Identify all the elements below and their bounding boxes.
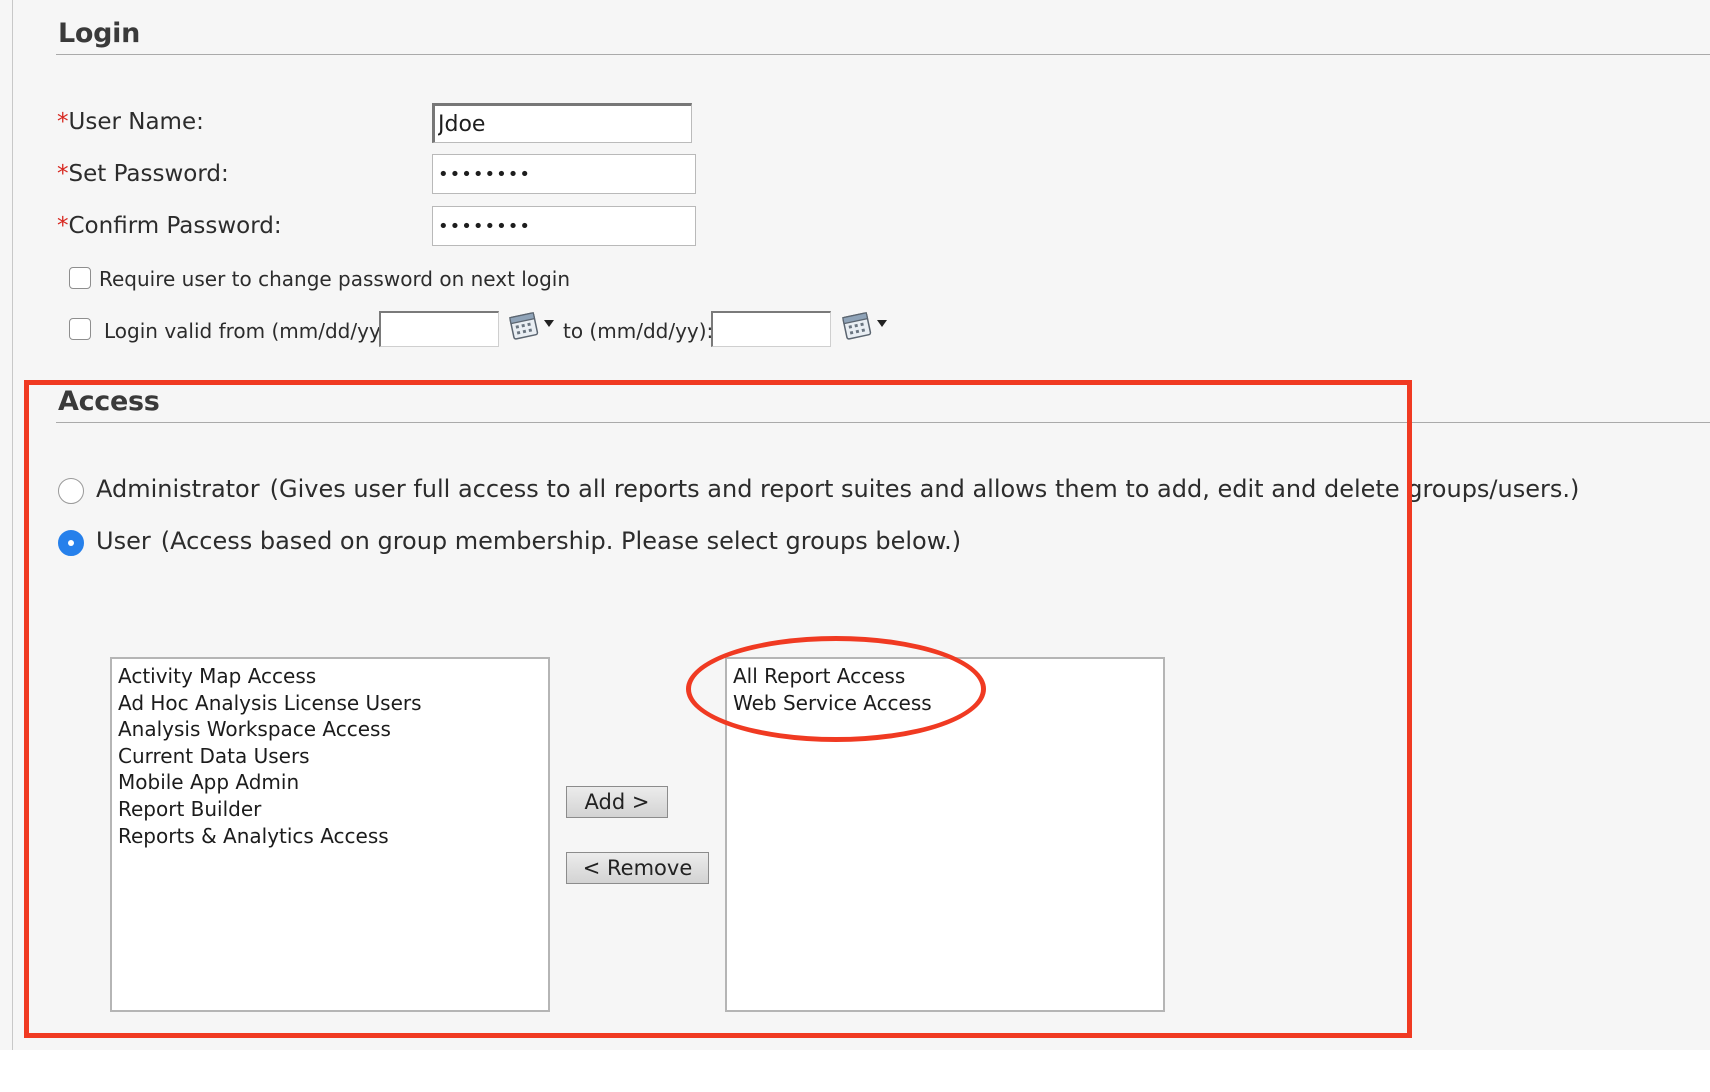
login-valid-from-label: Login valid from (mm/dd/yy): xyxy=(104,319,396,343)
login-section-divider xyxy=(56,54,1710,55)
require-change-password-checkbox[interactable] xyxy=(69,267,91,289)
caret-down-icon xyxy=(544,320,554,327)
left-border xyxy=(12,0,13,1050)
remove-group-button[interactable]: < Remove xyxy=(566,852,709,884)
available-group-item[interactable]: Current Data Users xyxy=(118,743,542,770)
available-group-item[interactable]: Activity Map Access xyxy=(118,663,542,690)
valid-from-calendar-button[interactable] xyxy=(508,309,556,343)
valid-to-date-input[interactable] xyxy=(711,311,831,347)
username-label: *User Name: xyxy=(57,109,204,135)
username-label-text: User Name: xyxy=(68,109,204,135)
required-asterisk: * xyxy=(57,161,69,187)
available-group-item[interactable]: Mobile App Admin xyxy=(118,769,542,796)
user-description: (Access based on group membership. Pleas… xyxy=(160,527,962,555)
confirm-password-input[interactable] xyxy=(432,206,696,246)
administrator-label: Administrator xyxy=(96,475,260,503)
available-group-item[interactable]: Analysis Workspace Access xyxy=(118,716,542,743)
confirm-password-label: *Confirm Password: xyxy=(57,213,282,239)
available-group-item[interactable]: Reports & Analytics Access xyxy=(118,823,542,850)
user-option-label: User (Access based on group membership. P… xyxy=(96,527,961,555)
available-groups-listbox[interactable]: Activity Map Access Ad Hoc Analysis Lice… xyxy=(110,657,550,1012)
login-section-title: Login xyxy=(58,18,141,49)
available-group-item[interactable]: Report Builder xyxy=(118,796,542,823)
administrator-option-label: Administrator (Gives user full access to … xyxy=(96,475,1579,503)
login-valid-to-label: to (mm/dd/yy): xyxy=(563,319,714,343)
access-section-divider xyxy=(56,422,1710,423)
confirm-password-label-text: Confirm Password: xyxy=(68,213,282,239)
set-password-label-text: Set Password: xyxy=(68,161,229,187)
user-form-page: Login *User Name: *Set Password: *Confir… xyxy=(0,0,1710,1050)
assigned-groups-listbox[interactable]: All Report Access Web Service Access xyxy=(725,657,1165,1012)
add-group-button[interactable]: Add > xyxy=(566,786,668,818)
assigned-group-item[interactable]: All Report Access xyxy=(733,663,1157,690)
administrator-description: (Gives user full access to all reports a… xyxy=(269,475,1580,503)
required-asterisk: * xyxy=(57,109,69,135)
valid-to-calendar-button[interactable] xyxy=(841,309,889,343)
user-label: User xyxy=(96,527,151,555)
available-group-item[interactable]: Ad Hoc Analysis License Users xyxy=(118,690,542,717)
require-change-password-label: Require user to change password on next … xyxy=(99,267,571,291)
access-section-title: Access xyxy=(58,386,160,417)
required-asterisk: * xyxy=(57,213,69,239)
user-radio[interactable] xyxy=(58,530,84,556)
set-password-input[interactable] xyxy=(432,154,696,194)
caret-down-icon xyxy=(877,320,887,327)
administrator-radio[interactable] xyxy=(58,478,84,504)
set-password-label: *Set Password: xyxy=(57,161,229,187)
valid-from-date-input[interactable] xyxy=(379,311,499,347)
username-input[interactable] xyxy=(432,103,692,143)
assigned-group-item[interactable]: Web Service Access xyxy=(733,690,1157,717)
login-valid-checkbox[interactable] xyxy=(69,318,91,340)
